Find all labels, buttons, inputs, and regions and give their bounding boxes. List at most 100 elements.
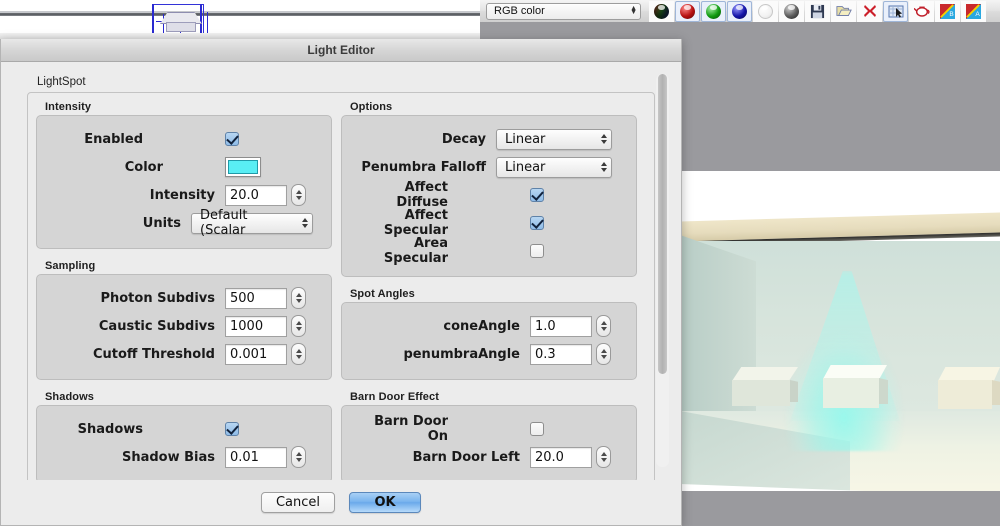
horizon-line: [0, 13, 480, 16]
right-column: Options Decay Linear Penumbra Falloff Linear…: [341, 101, 637, 480]
stepper-up-icon[interactable]: [600, 349, 607, 353]
channel-a-icon: A: [966, 3, 981, 19]
stepper-up-icon[interactable]: [600, 452, 607, 456]
group-sampling: Sampling Photon Subdivs 500 Caustic Subdivs…: [36, 260, 332, 380]
color-mode-select[interactable]: RGB color ▲ ▼: [486, 2, 641, 20]
group-body: Decay Linear Penumbra Falloff Linear Affect …: [341, 115, 637, 277]
stepper-up-icon[interactable]: [295, 321, 302, 325]
intensity-stepper[interactable]: [291, 184, 306, 206]
channel-a-button[interactable]: A: [961, 0, 986, 22]
penumbraangle-stepper[interactable]: [596, 343, 611, 365]
scrollbar-thumb[interactable]: [658, 74, 667, 374]
save-button[interactable]: [805, 0, 830, 22]
green-channel-button[interactable]: [701, 0, 726, 22]
red-channel-button[interactable]: [675, 0, 700, 22]
intensity-input[interactable]: 20.0: [225, 184, 287, 206]
setting-row-enabled: Enabled: [47, 125, 321, 153]
open-button[interactable]: [831, 0, 856, 22]
setting-label: penumbraAngle: [403, 346, 520, 362]
group-spot-angles: Spot Angles coneAngle 1.0 penumbraAngle 0.3: [341, 288, 637, 380]
chevron-updown-icon: [302, 218, 308, 228]
color-toolbar: RGB color ▲ ▼ B A: [480, 0, 1000, 23]
barn-door-left-input[interactable]: 20.0: [530, 446, 592, 468]
channel-b-button[interactable]: B: [935, 0, 960, 22]
setting-label: Color: [124, 159, 163, 175]
render-sky: [680, 171, 1000, 219]
cutoff-threshold-input[interactable]: 0.001: [225, 343, 287, 365]
photon-subdivs-input[interactable]: 500: [225, 287, 287, 309]
group-title: Options: [350, 101, 393, 113]
stepper-up-icon[interactable]: [295, 293, 302, 297]
teapot-button[interactable]: [909, 0, 934, 22]
vertical-scrollbar[interactable]: [656, 74, 669, 467]
caustic-subdivs-input[interactable]: 1000: [225, 315, 287, 337]
cancel-button[interactable]: Cancel: [260, 492, 336, 513]
region-select-button[interactable]: [883, 0, 908, 22]
stepper-down-icon[interactable]: [600, 355, 607, 359]
cutoff-threshold-stepper[interactable]: [291, 343, 306, 365]
group-body: Barn Door On Barn Door Left 20.0: [341, 405, 637, 480]
color-swatch-button[interactable]: [225, 157, 261, 177]
render-view-panel[interactable]: [680, 33, 1000, 525]
chevron-updown-icon: [601, 134, 607, 144]
setting-row-caustic-subdivs: Caustic Subdivs 1000: [47, 312, 321, 340]
blue-channel-button[interactable]: [727, 0, 752, 22]
svg-text:B: B: [949, 11, 954, 18]
wireframe-viewport[interactable]: [0, 0, 480, 33]
setting-label: Units: [142, 215, 181, 231]
caustic-subdivs-stepper[interactable]: [291, 315, 306, 337]
setting-label: Decay: [441, 131, 486, 147]
units-select[interactable]: Default (Scalar: [191, 208, 313, 238]
white-channel-button[interactable]: [753, 0, 778, 22]
barn-door-left-stepper[interactable]: [596, 446, 611, 468]
chevron-updown-icon: ▲ ▼: [630, 5, 637, 16]
setting-row-area-specular: Area Specular: [352, 236, 626, 266]
stepper-down-icon[interactable]: [295, 458, 302, 462]
shadow-bias-stepper[interactable]: [291, 446, 306, 468]
penumbraangle-input[interactable]: 0.3: [530, 343, 592, 365]
penumbra-falloff-select[interactable]: Linear: [496, 156, 612, 178]
dialog-titlebar[interactable]: Light Editor: [1, 39, 681, 62]
rgb-combined-swatch[interactable]: [649, 0, 674, 22]
group-title: Shadows: [45, 391, 94, 403]
shadow-bias-input[interactable]: 0.01: [225, 446, 287, 468]
setting-label: Area Specular: [383, 236, 448, 266]
stepper-up-icon[interactable]: [600, 321, 607, 325]
enabled-checkbox[interactable]: [225, 132, 239, 146]
shadows-checkbox[interactable]: [225, 422, 239, 436]
stepper-down-icon[interactable]: [295, 299, 302, 303]
ok-button[interactable]: OK: [349, 492, 422, 513]
setting-row-decay: Decay Linear: [352, 125, 626, 153]
barn-door-on-checkbox[interactable]: [530, 422, 544, 436]
green-sphere-icon: [706, 3, 721, 19]
area-specular-checkbox[interactable]: [530, 244, 544, 258]
setting-row-barn-door-on: Barn Door On: [352, 414, 626, 444]
render-spot-glow: [784, 266, 904, 451]
stepper-up-icon[interactable]: [295, 190, 302, 194]
delete-x-icon: [863, 5, 876, 17]
stepper-up-icon[interactable]: [295, 349, 302, 353]
affect-specular-checkbox[interactable]: [530, 216, 544, 230]
stepper-down-icon[interactable]: [295, 327, 302, 331]
coneangle-stepper[interactable]: [596, 315, 611, 337]
coneangle-input[interactable]: 1.0: [530, 315, 592, 337]
delete-button[interactable]: [857, 0, 882, 22]
stepper-down-icon[interactable]: [295, 355, 302, 359]
setting-label: Photon Subdivs: [100, 290, 215, 306]
setting-label: Affect Specular: [383, 208, 448, 238]
stepper-up-icon[interactable]: [295, 452, 302, 456]
stepper-down-icon[interactable]: [295, 196, 302, 200]
setting-row-coneangle: coneAngle 1.0: [352, 312, 626, 340]
photon-subdivs-stepper[interactable]: [291, 287, 306, 309]
alpha-channel-button[interactable]: [779, 0, 804, 22]
stepper-down-icon[interactable]: [600, 458, 607, 462]
save-icon: [810, 4, 825, 18]
setting-row-affect-specular: Affect Specular: [352, 208, 626, 238]
group-title: Barn Door Effect: [350, 391, 439, 403]
decay-select[interactable]: Linear: [496, 128, 612, 150]
affect-diffuse-checkbox[interactable]: [530, 188, 544, 202]
svg-text:A: A: [975, 11, 980, 18]
toolbar-underline-gap: [480, 22, 1000, 33]
stepper-down-icon[interactable]: [600, 327, 607, 331]
red-sphere-icon: [680, 3, 695, 19]
